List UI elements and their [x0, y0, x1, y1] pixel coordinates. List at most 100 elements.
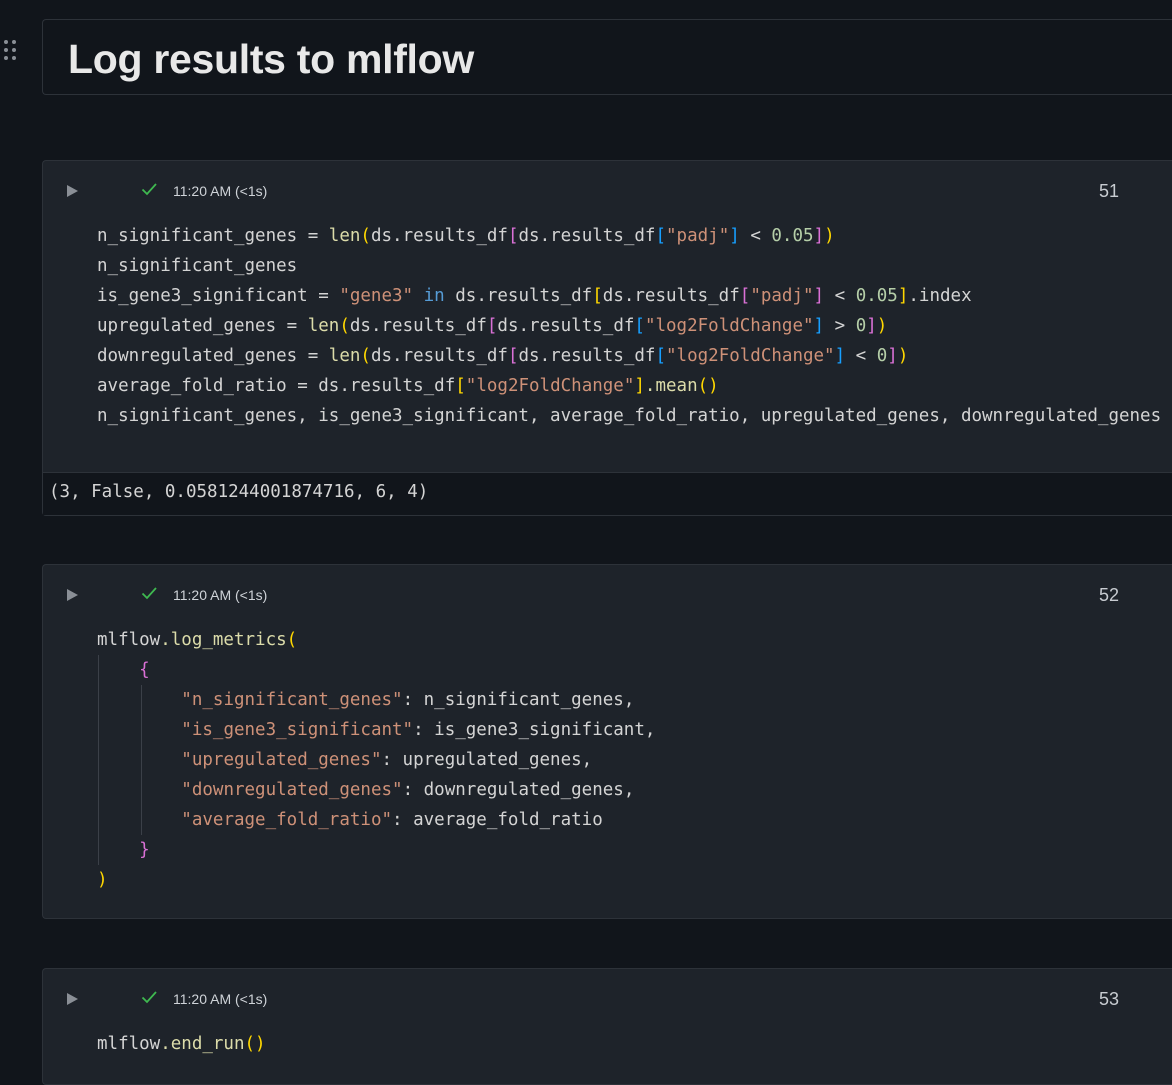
- code-token: 0: [855, 316, 867, 336]
- code-token: .results_df: [539, 346, 656, 366]
- code-token: downregulated_genes: [97, 346, 298, 366]
- execution-time: 11:20 AM (<1s): [173, 991, 268, 1007]
- code-token: ]: [866, 316, 877, 336]
- code-token: .results_df: [539, 226, 656, 246]
- code-token: =: [307, 286, 340, 306]
- code-token: "gene3": [339, 286, 414, 306]
- code-token: <: [824, 286, 856, 306]
- code-token: n_significant_genes, is_gene3_significan…: [97, 406, 1162, 426]
- code-token: is_gene3_significant: [97, 286, 308, 306]
- drag-dot: [4, 48, 8, 52]
- code-token: {: [139, 660, 150, 680]
- run-cell-button[interactable]: [67, 993, 78, 1005]
- code-token: "average_fold_ratio": [181, 810, 393, 830]
- code-token: [: [507, 226, 519, 246]
- check-icon: [141, 183, 157, 196]
- execution-count: 52: [1099, 585, 1120, 605]
- code-token: : downregulated_genes,: [402, 780, 635, 800]
- code-token: [: [655, 226, 667, 246]
- code-token: ds: [370, 226, 393, 246]
- code-token: len: [307, 316, 340, 336]
- execution-time: 11:20 AM (<1s): [173, 183, 268, 199]
- code-line: "downregulated_genes": downregulated_gen…: [97, 775, 655, 805]
- code-token: .results_df: [370, 316, 487, 336]
- code-line: }: [97, 835, 655, 865]
- code-token: .results_df: [392, 226, 508, 246]
- code-token: ds: [518, 346, 540, 366]
- code-token: ): [876, 316, 888, 336]
- code-token: 0: [876, 346, 888, 366]
- code-token: "downregulated_genes": [181, 780, 403, 800]
- code-token: [: [739, 286, 751, 306]
- code-token: (: [360, 226, 371, 246]
- code-token: n_significant_genes: [97, 226, 298, 246]
- code-token: average_fold_ratio: [97, 376, 287, 396]
- code-token: [: [634, 316, 645, 336]
- code-token: "upregulated_genes": [181, 750, 382, 770]
- code-line: n_significant_genes, is_gene3_significan…: [97, 401, 1161, 431]
- code-cell-53[interactable]: 11:20 AM (<1s) 53 mlflow.end_run(): [42, 968, 1172, 1085]
- cell-drag-handle[interactable]: [4, 40, 20, 64]
- drag-dot: [12, 48, 16, 52]
- code-line: mlflow.end_run(): [97, 1029, 266, 1059]
- code-token: .results_df: [392, 346, 508, 366]
- run-cell-button[interactable]: [67, 589, 78, 601]
- code-editor[interactable]: mlflow.end_run(): [97, 1029, 266, 1059]
- code-token: "padj": [750, 286, 814, 306]
- code-token: ds: [370, 346, 393, 366]
- code-line: mlflow.log_metrics(: [97, 625, 655, 655]
- code-token: .results_df: [339, 376, 456, 396]
- code-token: ds: [602, 286, 624, 306]
- code-token: >: [824, 316, 856, 336]
- code-token: mlflow: [97, 1034, 161, 1054]
- code-editor[interactable]: mlflow.log_metrics( { "n_significant_gen…: [97, 625, 655, 895]
- code-token: .index: [908, 286, 972, 306]
- code-token: ): [897, 346, 909, 366]
- execution-count: 51: [1099, 181, 1120, 201]
- code-token: ds: [518, 226, 540, 246]
- code-token: ]: [897, 286, 909, 306]
- code-token: [: [455, 376, 466, 396]
- code-token: (: [360, 346, 371, 366]
- code-token: .end_run: [160, 1034, 245, 1054]
- code-token: ]: [834, 346, 846, 366]
- code-cell-52[interactable]: 11:20 AM (<1s) 52 mlflow.log_metrics( { …: [42, 564, 1172, 919]
- code-token: [: [655, 346, 667, 366]
- execution-time: 11:20 AM (<1s): [173, 587, 268, 603]
- code-editor[interactable]: n_significant_genes = len(ds.results_df[…: [97, 221, 1161, 431]
- code-token: (: [286, 630, 298, 650]
- code-line: "n_significant_genes": n_significant_gen…: [97, 685, 655, 715]
- code-line: n_significant_genes: [97, 251, 1161, 281]
- code-token: ]: [813, 226, 825, 246]
- code-token: 0.05: [771, 226, 814, 246]
- run-cell-button[interactable]: [67, 185, 78, 197]
- code-token: <: [739, 226, 772, 246]
- code-token: =: [276, 316, 308, 336]
- code-token: ]: [729, 226, 740, 246]
- code-token: }: [139, 840, 150, 860]
- code-token: =: [286, 376, 319, 396]
- check-icon: [141, 991, 157, 1004]
- drag-dot: [4, 40, 8, 44]
- markdown-cell[interactable]: Log results to mlflow: [42, 19, 1172, 95]
- code-token: (: [339, 316, 350, 336]
- code-line: average_fold_ratio = ds.results_df["log2…: [97, 371, 1161, 401]
- code-token: (): [697, 376, 719, 396]
- code-token: "log2FoldChange": [644, 316, 814, 336]
- code-line: upregulated_genes = len(ds.results_df[ds…: [97, 311, 1161, 341]
- code-token: : upregulated_genes,: [381, 750, 593, 770]
- code-token: mlflow: [97, 630, 161, 650]
- code-token: ]: [634, 376, 645, 396]
- code-token: ds: [349, 316, 371, 336]
- code-cell-51[interactable]: 11:20 AM (<1s) 51 n_significant_genes = …: [42, 160, 1172, 516]
- drag-dot: [12, 56, 16, 60]
- code-token: [: [507, 346, 519, 366]
- code-token: n_significant_genes: [97, 256, 298, 276]
- code-line: "upregulated_genes": upregulated_genes,: [97, 745, 655, 775]
- execution-count: 53: [1099, 989, 1120, 1009]
- code-token: ): [824, 226, 835, 246]
- code-token: : is_gene3_significant,: [413, 720, 656, 740]
- code-token: ds: [497, 316, 519, 336]
- code-line: ): [97, 865, 655, 895]
- code-token: : n_significant_genes,: [402, 690, 635, 710]
